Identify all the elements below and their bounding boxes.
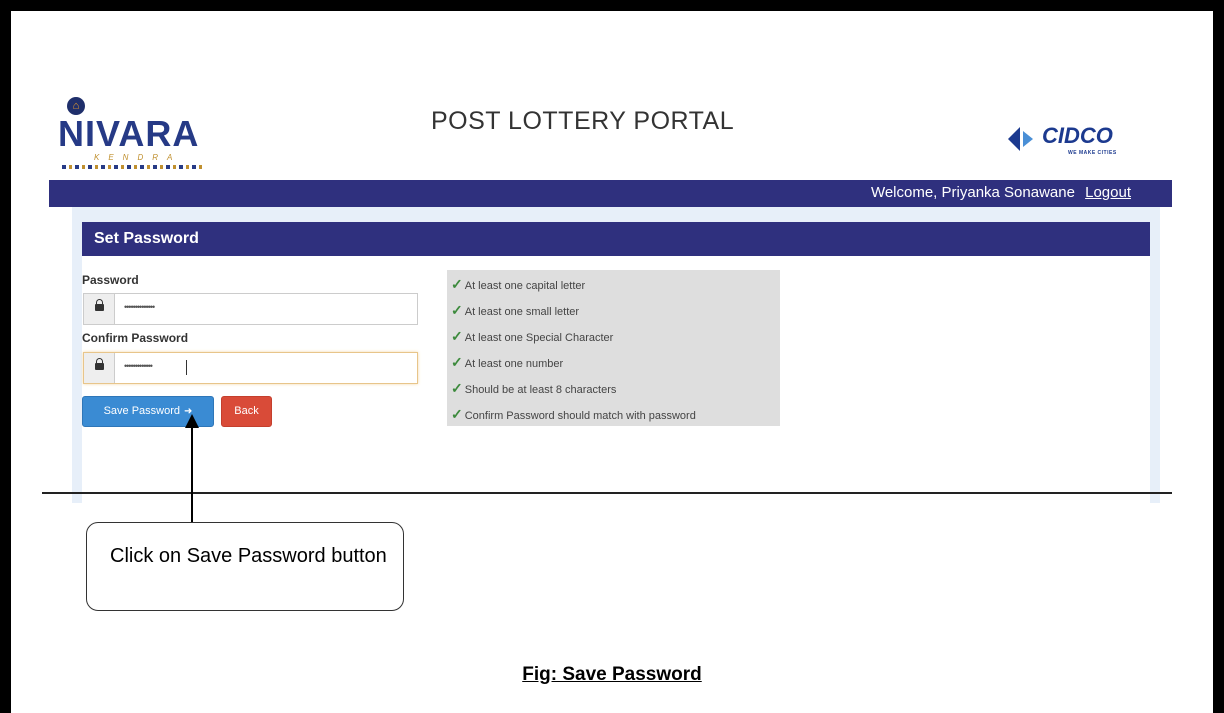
nivara-logo-bar [62,165,202,169]
text-caret [186,360,187,375]
rule-item: ✓ Should be at least 8 characters [451,380,616,397]
form-buttons: Save Password ➜ Back [82,396,282,427]
check-icon: ✓ [451,328,463,344]
cidco-logo-text: CIDCO [1042,123,1113,148]
welcome-text: Welcome, Priyanka Sonawane Logout [871,184,1131,201]
check-icon: ✓ [451,354,463,370]
rule-item: ✓ At least one number [451,354,563,371]
annotation-callout: Click on Save Password button [86,522,404,611]
check-icon: ✓ [451,276,463,292]
rule-text: At least one Special Character [464,332,614,344]
page-title: POST LOTTERY PORTAL [431,107,735,135]
confirm-password-field[interactable]: ••••••••••••• [83,352,418,384]
confirm-password-value: ••••••••••••• [124,361,153,371]
lock-icon [95,358,104,370]
rule-text: Should be at least 8 characters [464,384,617,396]
set-password-panel: Set Password Password •••••••••••••• Con… [82,222,1150,503]
callout-text: Click on Save Password button [110,545,387,567]
rule-item: ✓ At least one Special Character [451,328,613,345]
check-icon: ✓ [451,406,463,422]
password-value: •••••••••••••• [124,302,155,312]
annotation-arrow [191,426,193,534]
cidco-logo: CIDCO WE MAKE CITIES [1006,123,1146,163]
figure-caption: Fig: Save Password [522,664,702,685]
top-navbar: Welcome, Priyanka Sonawane Logout [49,180,1172,207]
arrow-up-icon [185,414,199,428]
lock-icon [95,299,104,311]
rule-item: ✓ At least one small letter [451,302,579,319]
save-password-label: Save Password [103,405,181,417]
rule-text: At least one small letter [464,306,580,318]
logout-link[interactable]: Logout [1085,184,1131,201]
nivara-logo-text: NIVARA [58,113,200,154]
confirm-password-label: Confirm Password [82,331,189,345]
screenshot-frame: ⌂ NIVARA KENDRA POST LOTTERY PORTAL CIDC… [11,11,1213,713]
divider-line [42,492,1172,494]
rule-text: Confirm Password should match with passw… [464,410,696,422]
nivara-logo-subtext: KENDRA [94,153,182,162]
confirm-password-addon [84,353,115,383]
password-label: Password [82,273,139,287]
password-field[interactable]: •••••••••••••• [83,293,418,325]
rule-item: ✓ Confirm Password should match with pass… [451,406,696,423]
panel-title: Set Password [94,230,199,247]
check-icon: ✓ [451,380,463,396]
content-area: Set Password Password •••••••••••••• Con… [72,207,1160,503]
back-button[interactable]: Back [221,396,272,427]
rule-text: At least one number [464,358,564,370]
rule-item: ✓ At least one capital letter [451,276,585,293]
rule-text: At least one capital letter [464,280,586,292]
password-addon [84,294,115,324]
check-icon: ✓ [451,302,463,318]
panel-header: Set Password [82,222,1150,256]
cidco-tagline: WE MAKE CITIES [1068,150,1117,156]
welcome-user: Welcome, Priyanka Sonawane [870,184,1075,201]
nivara-logo: ⌂ NIVARA KENDRA [58,97,208,177]
password-rules: ✓ At least one capital letter ✓ At least o… [447,270,780,426]
cidco-mark-icon [1008,127,1033,151]
